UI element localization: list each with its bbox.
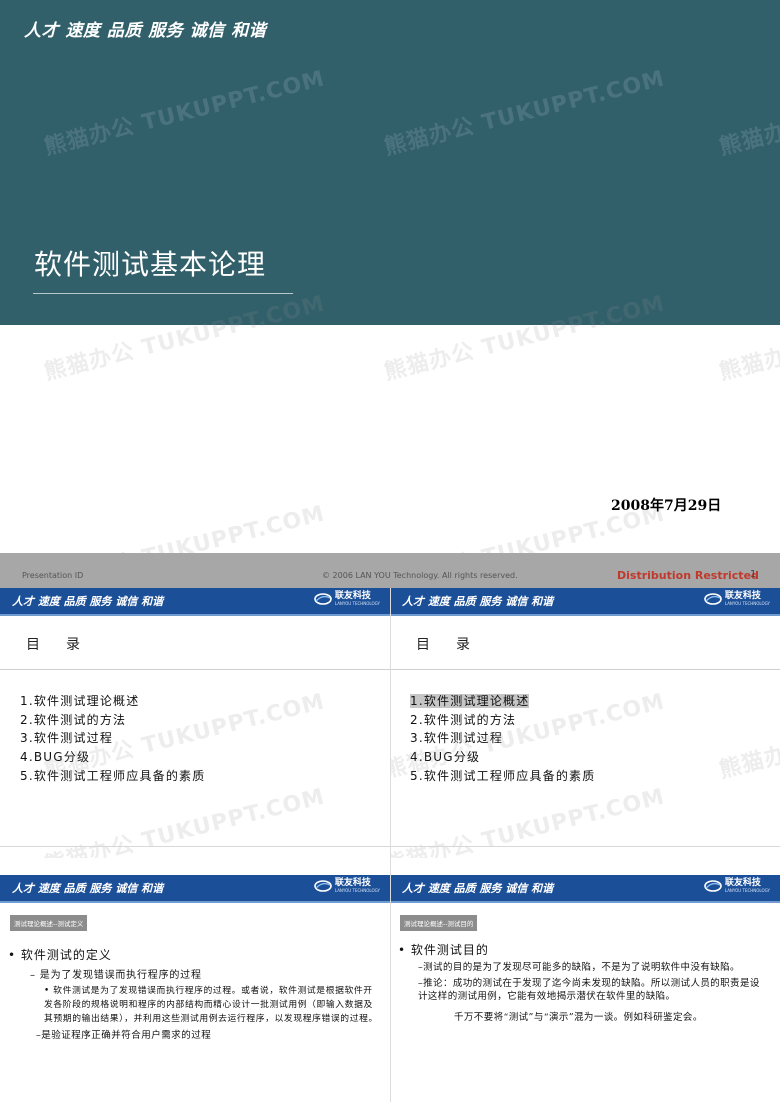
toc-list: 1.软件测试理论概述 2.软件测试的方法 3.软件测试过程 4.BUG分级 5.… <box>20 692 205 786</box>
toc-slide-highlighted: 人才 速度 品质 服务 诚信 和谐 联友科技 LANYOU TECHNOLOGY… <box>390 588 780 858</box>
divider <box>0 846 390 847</box>
toc-item: 3.软件测试过程 <box>410 731 504 746</box>
section-tag: 测试理论概述--测试定义 <box>10 915 88 931</box>
logo-swoosh-icon <box>704 880 722 892</box>
bullet-point: – 是为了发现错误而执行程序的过程 <box>30 970 202 981</box>
slide-footer: Presentation ID © 2006 LAN YOU Technolog… <box>0 553 780 588</box>
bullet-heading: • 软件测试的定义 <box>8 948 112 962</box>
divider <box>390 846 780 847</box>
slide-content: • 软件测试目的 –测试的目的是为了发现尽可能多的缺陷，不是为了说明软件中没有缺… <box>398 941 768 1024</box>
divider <box>0 669 390 670</box>
toc-item: 2.软件测试的方法 <box>20 712 127 727</box>
header-slogan: 人才 速度 品质 服务 诚信 和谐 <box>12 882 164 895</box>
logo-text: 联友科技 <box>724 878 761 888</box>
title-underline <box>33 293 293 294</box>
watermark: 熊猫办公 TUKUPPT.COM <box>716 689 780 784</box>
toc-item: 5.软件测试工程师应具备的素质 <box>410 768 596 783</box>
toc-title: 目录 <box>416 637 496 653</box>
footer-page-number: 1 <box>750 569 757 580</box>
logo-subtext: LANYOU TECHNOLOGY <box>724 888 770 893</box>
logo-swoosh-icon <box>314 593 332 605</box>
bullet-point: –推论：成功的测试在于发现了迄今尚未发现的缺陷。所以测试人员的职责是设计这样的测… <box>418 978 760 1002</box>
footer-distribution-restricted: Distribution Restricted <box>617 569 759 582</box>
bullet-point: –是验证程序正确并符合用户需求的过程 <box>36 1030 212 1041</box>
logo-subtext: LANYOU TECHNOLOGY <box>724 601 770 606</box>
company-logo: 联友科技 LANYOU TECHNOLOGY <box>704 879 770 893</box>
toc-item: 4.BUG分级 <box>20 750 91 765</box>
presentation-title: 软件测试基本论理 <box>34 248 267 281</box>
toc-item: 4.BUG分级 <box>410 750 481 765</box>
company-logo: 联友科技 LANYOU TECHNOLOGY <box>314 592 380 606</box>
toc-item: 2.软件测试的方法 <box>410 712 517 727</box>
logo-text: 联友科技 <box>724 591 761 601</box>
bullet-point: –测试的目的是为了发现尽可能多的缺陷，不是为了说明软件中没有缺陷。 <box>418 962 740 973</box>
header-slogan: 人才 速度 品质 服务 诚信 和谐 <box>402 882 554 895</box>
logo-text: 联友科技 <box>334 591 371 601</box>
watermark: 熊猫办公 TUKUPPT.COM <box>41 66 328 161</box>
watermark: 熊猫办公 TUKUPPT.COM <box>716 66 780 161</box>
cover-band: 人才 速度 品质 服务 诚信 和谐 软件测试基本论理 熊猫办公 TUKUPPT.… <box>0 0 780 325</box>
watermark: 熊猫办公 TUKUPPT.COM <box>381 66 668 161</box>
cover-slide: 人才 速度 品质 服务 诚信 和谐 软件测试基本论理 熊猫办公 TUKUPPT.… <box>0 0 780 595</box>
toc-item-highlighted: 1.软件测试理论概述 <box>410 692 595 711</box>
slide-content: • 软件测试的定义 – 是为了发现错误而执行程序的过程 • 软件测试是为了发现错… <box>8 946 378 1045</box>
toc-slide: 人才 速度 品质 服务 诚信 和谐 联友科技 LANYOU TECHNOLOGY… <box>0 588 390 858</box>
divider <box>390 669 780 670</box>
toc-item: 3.软件测试过程 <box>20 731 114 746</box>
purpose-slide: 人才 速度 品质 服务 诚信 和谐 联友科技 LANYOU TECHNOLOGY… <box>390 875 780 1102</box>
section-tag: 测试理论概述--测试目的 <box>400 915 478 931</box>
toc-title: 目录 <box>26 637 106 653</box>
logo-subtext: LANYOU TECHNOLOGY <box>334 888 380 893</box>
cover-slogan: 人才 速度 品质 服务 诚信 和谐 <box>24 21 267 41</box>
presentation-date: 2008年7月29日 <box>611 498 722 514</box>
bullet-heading: • 软件测试目的 <box>398 943 489 957</box>
footer-copyright: © 2006 LAN YOU Technology. All rights re… <box>322 571 518 580</box>
logo-subtext: LANYOU TECHNOLOGY <box>334 601 380 606</box>
company-logo: 联友科技 LANYOU TECHNOLOGY <box>314 879 380 893</box>
logo-text: 联友科技 <box>334 878 371 888</box>
header-slogan: 人才 速度 品质 服务 诚信 和谐 <box>402 595 554 608</box>
header-slogan: 人才 速度 品质 服务 诚信 和谐 <box>12 595 164 608</box>
slide-header: 人才 速度 品质 服务 诚信 和谐 联友科技 LANYOU TECHNOLOGY <box>0 588 390 616</box>
toc-list: 1.软件测试理论概述 2.软件测试的方法 3.软件测试过程 4.BUG分级 5.… <box>410 692 595 786</box>
company-logo: 联友科技 LANYOU TECHNOLOGY <box>704 592 770 606</box>
toc-item: 5.软件测试工程师应具备的素质 <box>20 768 206 783</box>
definition-slide: 人才 速度 品质 服务 诚信 和谐 联友科技 LANYOU TECHNOLOGY… <box>0 875 390 1102</box>
logo-swoosh-icon <box>704 593 722 605</box>
toc-item-highlight: 1.软件测试理论概述 <box>410 694 530 708</box>
slide-header: 人才 速度 品质 服务 诚信 和谐 联友科技 LANYOU TECHNOLOGY <box>390 588 780 616</box>
bullet-detail: • 软件测试是为了发现错误而执行程序的过程。或者说，软件测试是根据软件开发各阶段… <box>44 986 378 1024</box>
slide-header: 人才 速度 品质 服务 诚信 和谐 联友科技 LANYOU TECHNOLOGY <box>390 875 780 903</box>
logo-swoosh-icon <box>314 880 332 892</box>
toc-item: 1.软件测试理论概述 <box>20 694 140 708</box>
footer-presentation-id: Presentation ID <box>22 571 84 580</box>
slide-header: 人才 速度 品质 服务 诚信 和谐 联友科技 LANYOU TECHNOLOGY <box>0 875 390 903</box>
slide-divider <box>390 588 391 1102</box>
bullet-note: 千万不要将“测试”与“演示”混为一谈。例如科研鉴定会。 <box>454 1012 703 1023</box>
